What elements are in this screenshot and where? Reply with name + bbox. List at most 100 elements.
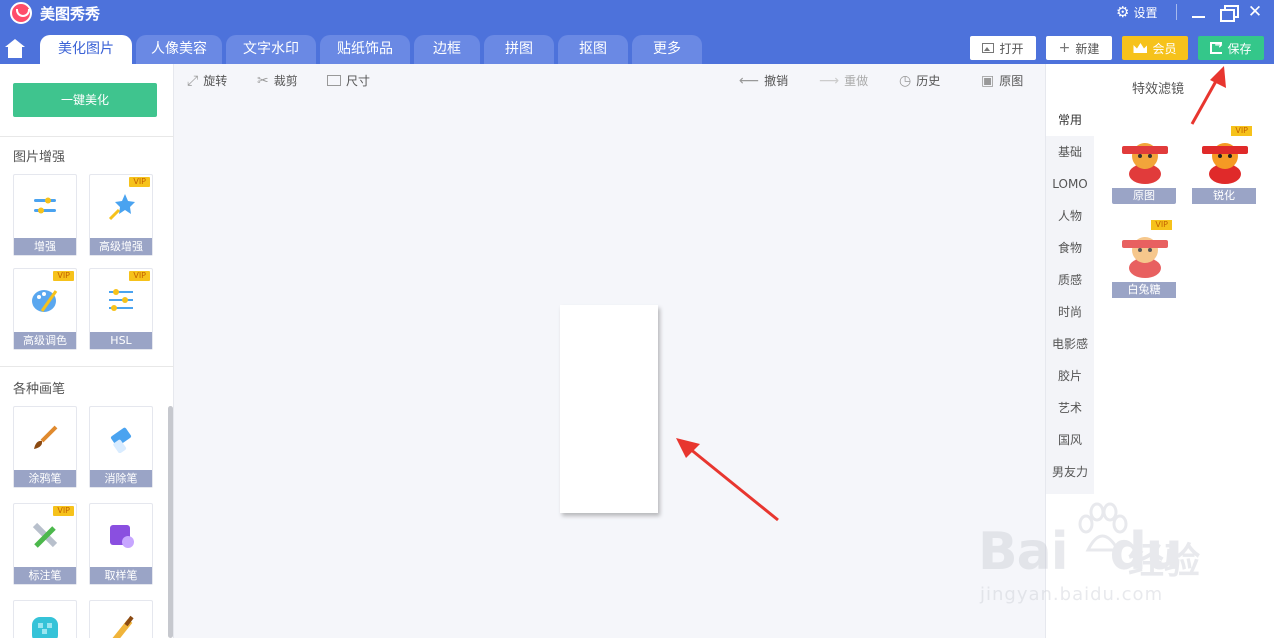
filter-category[interactable]: 人物 [1046, 200, 1094, 232]
home-tab[interactable] [0, 35, 30, 64]
filter-category[interactable]: 电影感 [1046, 328, 1094, 360]
vip-badge: VIP [1151, 220, 1172, 230]
undo-arrow-icon: ⟵ [739, 72, 760, 89]
tool-annotation-brush[interactable]: VIP 标注笔 [13, 503, 77, 585]
filter-white-rabbit-candy[interactable]: VIP 白兔糖 [1112, 220, 1176, 298]
crown-icon [1133, 43, 1148, 53]
filter-category[interactable]: 时尚 [1046, 296, 1094, 328]
filter-category[interactable]: 食物 [1046, 232, 1094, 264]
scissors-icon: ✂ [257, 72, 269, 89]
image-icon [982, 43, 995, 53]
crop-label: 裁剪 [273, 74, 298, 88]
image-compare-icon: ▣ [981, 72, 995, 89]
tool-sample-brush[interactable]: 取样笔 [89, 503, 153, 585]
eraser-icon [110, 427, 132, 453]
vip-badge: VIP [53, 506, 74, 516]
redo-button[interactable]: ⟶ 重做 [819, 72, 868, 89]
history-button[interactable]: ◷ 历史 [899, 72, 940, 89]
tool-advanced-color[interactable]: VIP 高级调色 [13, 268, 77, 350]
sliders-icon [34, 197, 56, 214]
plus-icon: + [1058, 40, 1071, 56]
filter-category[interactable]: 男友力 [1046, 456, 1094, 488]
annotation-pen-icon [32, 522, 58, 548]
vip-badge: VIP [129, 271, 150, 281]
tool-paint-brush[interactable] [89, 600, 153, 638]
palette-icon [32, 290, 58, 312]
history-label: 历史 [916, 74, 941, 88]
tab-stickers[interactable]: 贴纸饰品 [320, 35, 410, 64]
blank-canvas[interactable] [560, 305, 658, 513]
new-label: 新建 [1075, 41, 1100, 56]
save-button[interactable]: 保存 [1198, 36, 1264, 60]
sampler-icon [110, 525, 134, 548]
tab-beautify[interactable]: 美化图片 [40, 35, 132, 64]
original-label: 原图 [999, 74, 1024, 88]
size-label: 尺寸 [346, 74, 371, 88]
filter-label: 锐化 [1192, 188, 1256, 204]
resize-icon [327, 75, 341, 86]
left-panel-scrollbar[interactable] [168, 406, 173, 638]
tab-frame[interactable]: 边框 [414, 35, 480, 64]
tool-label: 标注笔 [14, 567, 76, 584]
vip-button[interactable]: 会员 [1122, 36, 1188, 60]
tab-portrait[interactable]: 人像美容 [136, 35, 222, 64]
filter-sharpen[interactable]: VIP 锐化 [1192, 126, 1256, 204]
left-tool-panel: 一键美化 图片增强 增强 VIP 高级增强 VIP 高级调色 VIP HSL 各… [0, 64, 174, 638]
app-title: 美图秀秀 [40, 5, 101, 23]
original-button[interactable]: ▣ 原图 [981, 72, 1023, 89]
app-logo-icon [10, 2, 32, 24]
size-button[interactable]: 尺寸 [327, 72, 370, 89]
divider [0, 366, 174, 367]
tab-cutout[interactable]: 抠图 [558, 35, 628, 64]
vip-badge: VIP [53, 271, 74, 281]
one-click-beautify-button[interactable]: 一键美化 [13, 83, 157, 117]
divider [1176, 4, 1177, 20]
tool-eraser-brush[interactable]: 消除笔 [89, 406, 153, 488]
filter-category[interactable]: 基础 [1046, 136, 1094, 168]
filter-panel-title: 特效滤镜 [1132, 82, 1185, 97]
tab-text-watermark[interactable]: 文字水印 [226, 35, 316, 64]
tab-more[interactable]: 更多 [632, 35, 702, 64]
tiger-thumbnail-icon [1202, 143, 1248, 184]
magic-wand-icon [108, 194, 135, 221]
redo-arrow-icon: ⟶ [819, 72, 840, 89]
filter-category[interactable]: 常用 [1046, 104, 1094, 136]
tiger-thumbnail-icon [1122, 143, 1168, 184]
rotate-button[interactable]: ⤢ 旋转 [187, 72, 227, 89]
tool-mosaic[interactable] [13, 600, 77, 638]
vip-label: 会员 [1152, 41, 1177, 56]
filter-category[interactable]: 艺术 [1046, 392, 1094, 424]
tool-advanced-enhance[interactable]: VIP 高级增强 [89, 174, 153, 256]
filter-category[interactable]: 质感 [1046, 264, 1094, 296]
rotate-expand-icon: ⤢ [187, 72, 199, 89]
filter-original[interactable]: 原图 [1112, 134, 1176, 204]
crop-button[interactable]: ✂ 裁剪 [257, 72, 298, 89]
filter-category[interactable]: 国风 [1046, 424, 1094, 456]
section-title-brushes: 各种画笔 [13, 382, 66, 397]
filter-label: 白兔糖 [1112, 282, 1176, 298]
clock-icon: ◷ [899, 72, 912, 89]
tool-enhance[interactable]: 增强 [13, 174, 77, 256]
export-icon [1210, 40, 1223, 54]
close-button[interactable]: ✕ [1244, 2, 1266, 22]
tool-label: 涂鸦笔 [14, 470, 76, 487]
tab-collage[interactable]: 拼图 [484, 35, 554, 64]
filter-category[interactable]: LOMO [1046, 168, 1094, 200]
tool-label: 增强 [14, 238, 76, 255]
home-icon [5, 38, 25, 58]
brush-icon [34, 425, 58, 449]
divider [0, 136, 174, 137]
settings-button[interactable]: ⚙ 设置 [1116, 3, 1157, 21]
tool-label: 高级调色 [14, 332, 76, 349]
tool-hsl[interactable]: VIP HSL [89, 268, 153, 350]
rotate-label: 旋转 [203, 74, 228, 88]
new-button[interactable]: + 新建 [1046, 36, 1112, 60]
open-button[interactable]: 打开 [970, 36, 1036, 60]
settings-label: 设置 [1133, 5, 1158, 20]
tool-doodle-brush[interactable]: 涂鸦笔 [13, 406, 77, 488]
filter-category[interactable]: 胶片 [1046, 360, 1094, 392]
tool-label: 高级增强 [90, 238, 152, 255]
undo-button[interactable]: ⟵ 撤销 [739, 72, 788, 89]
baidu-jingyan-watermark: Bai du 经验 jingyan.baidu.com [978, 500, 1218, 630]
tool-label: HSL [90, 332, 152, 349]
